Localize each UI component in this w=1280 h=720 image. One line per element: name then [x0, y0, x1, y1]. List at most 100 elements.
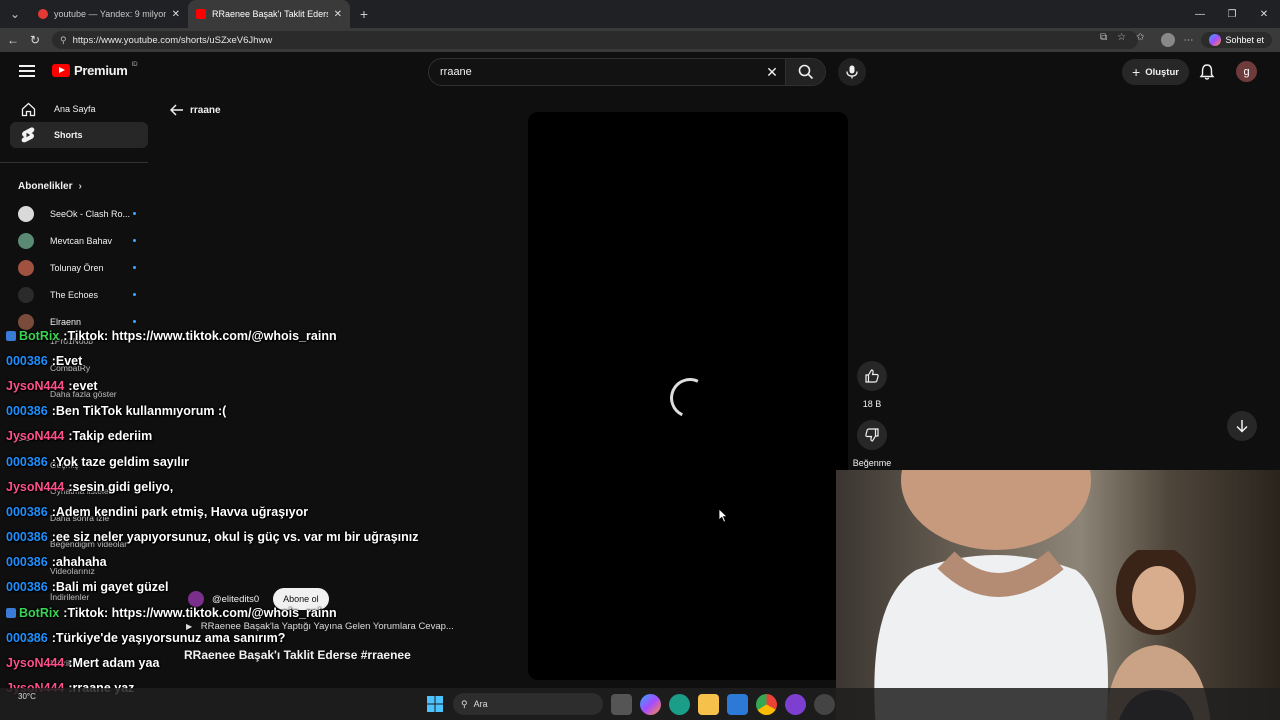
address-bar[interactable]: ⚲ https://www.youtube.com/shorts/uSZxeV6…: [52, 31, 1138, 49]
search-input[interactable]: rraane: [429, 66, 759, 78]
new-tab-icon[interactable]: +: [350, 6, 378, 22]
subscriptions-label: Abonelikler: [18, 180, 73, 192]
like-button[interactable]: [857, 361, 887, 391]
channel-avatar: [18, 232, 34, 249]
site-info-icon[interactable]: ⚲: [60, 35, 67, 46]
close-window-icon[interactable]: ✕: [1248, 0, 1280, 28]
webcam-overlay: [836, 470, 1280, 720]
country-code: ID: [131, 61, 138, 68]
close-tab-icon[interactable]: ✕: [172, 9, 180, 20]
search-icon: [798, 64, 813, 80]
chat-username: JysoN444: [6, 378, 65, 393]
chat-text: Mert adam yaa: [72, 656, 160, 671]
sidebar-item-shorts[interactable]: Shorts: [10, 122, 148, 148]
tab-list-chevron-icon[interactable]: ⌄: [4, 3, 26, 25]
back-icon[interactable]: ←: [2, 29, 24, 51]
subscription-item[interactable]: SeeOk - Clash Ro...: [0, 200, 148, 227]
chat-text: Bali mi gayet güzel: [55, 580, 169, 595]
channel-name: Mevtcan Bahav: [50, 235, 113, 246]
channel-avatar: [18, 259, 34, 276]
create-button[interactable]: + Oluştur: [1122, 59, 1189, 85]
notifications-bell-icon[interactable]: [1198, 63, 1216, 81]
reload-icon[interactable]: ↻: [24, 29, 46, 51]
copilot-taskbar-icon[interactable]: [640, 693, 661, 715]
chat-text: ahahaha: [55, 555, 107, 570]
chat-username: 000386: [6, 454, 48, 469]
close-tab-icon[interactable]: ✕: [334, 9, 342, 20]
chat-message: 000386: Bali mi gayet güzel: [6, 575, 526, 600]
home-icon: [20, 101, 36, 117]
chat-message: 000386: ee siz neler yapıyorsunuz, okul …: [6, 525, 526, 550]
restore-icon[interactable]: ❐: [1216, 0, 1248, 28]
thumbs-up-icon: [865, 369, 879, 383]
youtube-header: Premium ID rraane ✕ + Oluştur g: [0, 52, 1280, 92]
chat-message: BotRix: Tiktok: https://www.tiktok.com/@…: [6, 600, 526, 625]
chat-text: ee siz neler yapıyorsunuz, okul iş güç v…: [55, 530, 419, 545]
subscription-item[interactable]: Tolunay Ören: [0, 254, 148, 281]
youtube-favicon-icon: [196, 9, 206, 19]
subscription-item[interactable]: Mevtcan Bahav: [0, 227, 148, 254]
like-action: 18 B: [852, 361, 892, 409]
tab-title: youtube — Yandex: 9 milyon sonu: [54, 9, 166, 19]
new-content-dot: [133, 212, 136, 215]
subscriptions-heading[interactable]: Abonelikler ›: [0, 175, 158, 197]
new-content-dot: [133, 239, 136, 242]
new-content-dot: [133, 266, 136, 269]
minimize-icon[interactable]: —: [1184, 0, 1216, 28]
more-icon[interactable]: ⋯: [1183, 35, 1193, 46]
chat-message: 000386: Adem kendini park etmiş, Havva u…: [6, 499, 526, 524]
edge-icon[interactable]: [669, 693, 690, 715]
dislike-button[interactable]: [857, 420, 887, 450]
menu-icon[interactable]: [19, 65, 35, 77]
next-short-button[interactable]: [1227, 411, 1257, 441]
youtube-logo[interactable]: Premium ID: [52, 61, 138, 78]
profile-icon[interactable]: [1161, 33, 1176, 47]
windows-start-icon[interactable]: [424, 694, 445, 715]
streamer-figure: [874, 470, 1108, 720]
dislike-label: Beğenme: [852, 458, 892, 468]
search-button[interactable]: [785, 59, 825, 85]
back-label: rraane: [190, 104, 221, 116]
taskbar-search[interactable]: ⚲ Ara: [453, 693, 603, 715]
browser-tab-1[interactable]: youtube — Yandex: 9 milyon sonu ✕: [30, 0, 188, 28]
chat-username: BotRix: [19, 605, 60, 620]
chat-text: evet: [72, 378, 98, 393]
weather-widget[interactable]: 30°C: [18, 692, 36, 701]
star-icon[interactable]: ☆: [1117, 32, 1126, 43]
chat-text: Adem kendini park etmiş, Havva uğraşıyor: [55, 504, 309, 519]
browser-tab-bar: ⌄ youtube — Yandex: 9 milyon sonu ✕ RRae…: [0, 0, 1280, 28]
channel-name: The Echoes: [50, 289, 99, 300]
like-count: 18 B: [862, 399, 882, 409]
app-icon[interactable]: [785, 693, 806, 715]
chat-message: 000386: Türkiye'de yaşıyorsunuz ama sanı…: [6, 625, 526, 650]
subscription-item[interactable]: The Echoes: [0, 281, 148, 308]
sidebar-item-home[interactable]: Ana Sayfa: [10, 96, 148, 122]
mouse-cursor-icon: [718, 508, 728, 523]
bot-badge-icon: [6, 330, 16, 341]
chat-message: 000386: Ben TikTok kullanmıyorum :(: [6, 399, 526, 424]
voice-search-button[interactable]: [838, 58, 866, 86]
task-view-icon[interactable]: [611, 693, 632, 715]
stream-chat-overlay: BotRix: Tiktok: https://www.tiktok.com/@…: [6, 323, 526, 701]
thumbs-down-icon: [865, 428, 879, 442]
chrome-icon[interactable]: [756, 693, 777, 715]
store-icon[interactable]: [727, 693, 748, 715]
bot-badge-icon: [6, 607, 16, 618]
channel-avatar: [18, 286, 34, 303]
chat-message: JysoN444: evet: [6, 373, 526, 398]
back-to-search-button[interactable]: rraane: [170, 104, 221, 116]
browser-tab-2[interactable]: RRaenee Başak'ı Taklit Ederse #rra ✕: [188, 0, 350, 28]
tab-title: RRaenee Başak'ı Taklit Ederse #rra: [212, 9, 328, 19]
channel-avatar: [18, 205, 34, 222]
chat-message: 000386: ahahaha: [6, 550, 526, 575]
settings-icon[interactable]: [814, 693, 835, 715]
app-icon[interactable]: ⧉: [1100, 32, 1107, 43]
clear-search-icon[interactable]: ✕: [759, 64, 785, 81]
sidebar-item-label: Shorts: [54, 130, 83, 140]
brand-name: Premium: [74, 63, 128, 78]
favorites-icon[interactable]: ✩: [1136, 32, 1144, 43]
account-avatar[interactable]: g: [1236, 61, 1257, 82]
browser-toolbar: ← ↻ ⚲ https://www.youtube.com/shorts/uSZ…: [0, 28, 1280, 52]
copilot-button[interactable]: Sohbet et: [1201, 32, 1272, 48]
file-explorer-icon[interactable]: [698, 693, 719, 715]
